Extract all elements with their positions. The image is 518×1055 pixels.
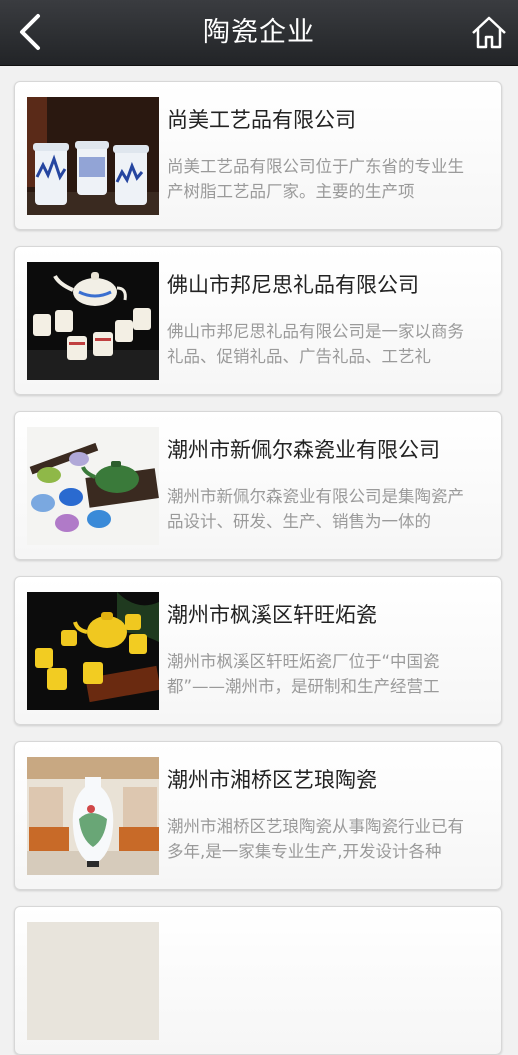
company-description: 潮州市新佩尔森瓷业有限公司是集陶瓷产品设计、研发、生产、销售为一体的 xyxy=(167,487,464,531)
company-thumbnail xyxy=(27,922,159,1040)
home-button[interactable] xyxy=(470,14,508,52)
page-title: 陶瓷企业 xyxy=(203,17,315,48)
company-card[interactable]: 尚美工艺品有限公司 尚美工艺品有限公司位于广东省的专业生产树脂工艺品厂家。主要的… xyxy=(14,81,502,230)
company-card[interactable]: 佛山市邦尼思礼品有限公司 佛山市邦尼思礼品有限公司是一家以商务礼品、促销礼品、广… xyxy=(14,246,502,395)
company-name: 潮州市湘桥区艺琅陶瓷 xyxy=(167,768,377,792)
company-card[interactable]: 潮州市新佩尔森瓷业有限公司 潮州市新佩尔森瓷业有限公司是集陶瓷产品设计、研发、生… xyxy=(14,411,502,560)
company-thumbnail xyxy=(27,592,159,710)
company-description: 潮州市湘桥区艺琅陶瓷从事陶瓷行业已有多年,是一家集专业生产,开发设计各种 xyxy=(167,817,464,861)
company-thumbnail xyxy=(27,757,159,875)
company-thumbnail xyxy=(27,427,159,545)
company-card[interactable]: 潮州市枫溪区轩旺炻瓷 潮州市枫溪区轩旺炻瓷厂位于“中国瓷都”——潮州市，是研制和… xyxy=(14,576,502,725)
home-icon xyxy=(472,16,506,49)
company-name: 潮州市新佩尔森瓷业有限公司 xyxy=(167,438,440,462)
top-bar: 陶瓷企业 xyxy=(0,0,518,66)
company-card[interactable]: 潮州市湘桥区艺琅陶瓷 潮州市湘桥区艺琅陶瓷从事陶瓷行业已有多年,是一家集专业生产… xyxy=(14,741,502,890)
company-card[interactable] xyxy=(14,906,502,1055)
company-description: 潮州市枫溪区轩旺炻瓷厂位于“中国瓷都”——潮州市，是研制和生产经营工 xyxy=(167,652,440,696)
company-description: 佛山市邦尼思礼品有限公司是一家以商务礼品、促销礼品、广告礼品、工艺礼 xyxy=(167,322,464,366)
company-name: 潮州市枫溪区轩旺炻瓷 xyxy=(167,603,377,627)
company-name: 佛山市邦尼思礼品有限公司 xyxy=(167,273,419,297)
company-thumbnail xyxy=(27,262,159,380)
company-thumbnail xyxy=(27,97,159,215)
company-description: 尚美工艺品有限公司位于广东省的专业生产树脂工艺品厂家。主要的生产项 xyxy=(167,157,464,201)
company-name: 尚美工艺品有限公司 xyxy=(167,108,356,132)
